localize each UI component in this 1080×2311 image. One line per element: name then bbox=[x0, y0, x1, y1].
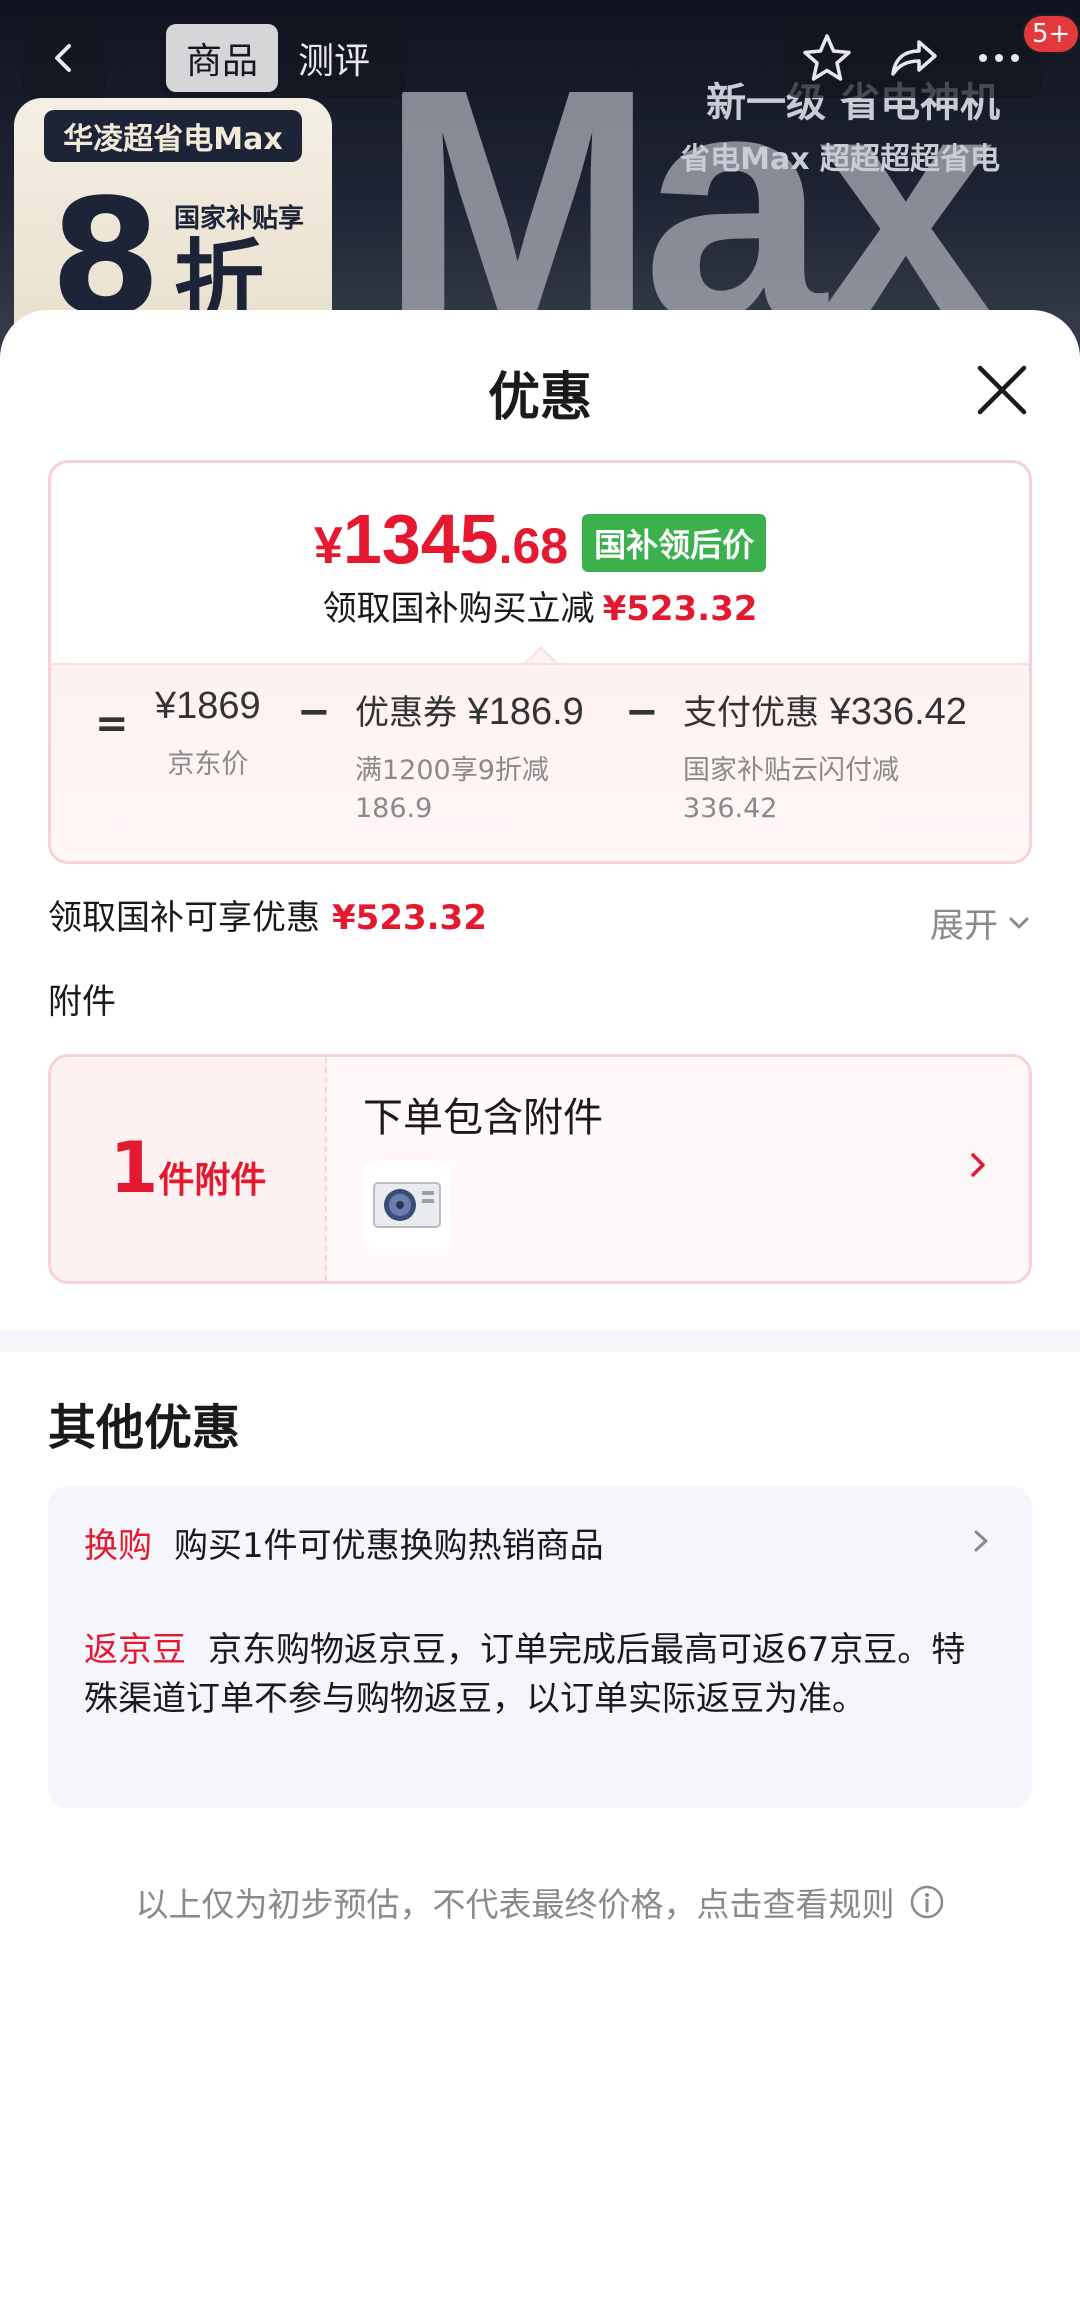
jd-bean-text: 京东购物返京豆，订单完成后最高可返67京豆。特殊渠道订单不参与购物返豆，以订单实… bbox=[84, 1630, 966, 1719]
attachment-count: 1 件附件 bbox=[51, 1057, 327, 1281]
header-actions bbox=[784, 18, 1042, 98]
rules-footnote[interactable]: 以上仅为初步预估，不代表最终价格，点击查看规则 bbox=[0, 1878, 1080, 1926]
attachment-detail: 下单包含附件 bbox=[327, 1057, 1027, 1281]
hero-brand-tag: 华凌超省电Max bbox=[44, 110, 302, 162]
cart-count-badge: 5+ bbox=[1022, 14, 1080, 54]
equals-sign: = bbox=[95, 701, 129, 747]
minus-sign: − bbox=[297, 689, 331, 735]
breakdown-value: ¥336.42 bbox=[829, 691, 967, 733]
breakdown-sub: 满1200享9折减 186.9 bbox=[355, 755, 549, 824]
final-price-currency: ¥ bbox=[313, 517, 343, 575]
hero-slogan-line-2: 省电Max 超超超超省电 bbox=[680, 142, 1000, 177]
trade-in-row[interactable]: 换购 购买1件可优惠换购热销商品 bbox=[84, 1518, 994, 1567]
final-price-tag: 国补领后价 bbox=[582, 514, 767, 572]
jd-bean-row: 返京豆 京东购物返京豆，订单完成后最高可返67京豆。特殊渠道订单不参与购物返豆，以… bbox=[84, 1626, 984, 1724]
breakdown-label: 支付优惠 bbox=[683, 693, 819, 733]
jd-bean-tag: 返京豆 bbox=[84, 1630, 186, 1670]
price-card: ¥1345.68 国补领后价 领取国补购买立减 ¥523.32 = ¥1869 京… bbox=[48, 460, 1032, 864]
info-icon bbox=[910, 1885, 943, 1919]
breakdown-label: 优惠券 bbox=[355, 693, 457, 733]
breakdown-sub: 国家补贴云闪付减 336.42 bbox=[683, 755, 899, 824]
other-discounts-title: 其他优惠 bbox=[48, 1400, 241, 1456]
tab-review[interactable]: 测评 bbox=[278, 24, 390, 92]
final-price-row: ¥1345.68 国补领后价 bbox=[51, 499, 1029, 579]
discount-sheet: 优惠 ¥1345.68 国补领后价 领取国补购买立减 ¥523.32 = ¥186… bbox=[0, 310, 1080, 2311]
breakdown-main: 优惠券 ¥186.9 bbox=[355, 685, 584, 734]
back-icon bbox=[55, 44, 71, 72]
attachment-title: 下单包含附件 bbox=[363, 1095, 603, 1141]
air-conditioner-icon bbox=[373, 1182, 441, 1228]
expand-label: 展开 bbox=[930, 906, 998, 946]
share-icon[interactable] bbox=[885, 30, 941, 86]
promo-amount: ¥523.32 bbox=[332, 898, 487, 938]
final-price: ¥1345.68 bbox=[314, 499, 568, 579]
promo-label: 领取国补可享优惠 bbox=[48, 898, 320, 938]
back-button[interactable] bbox=[22, 18, 106, 98]
header-tabs: 商品 测评 bbox=[160, 18, 406, 98]
price-summary: ¥1345.68 国补领后价 领取国补购买立减 ¥523.32 bbox=[51, 463, 1029, 663]
attachment-section-label: 附件 bbox=[48, 982, 116, 1022]
subsidy-promo-line: 领取国补可享优惠 ¥523.32 bbox=[48, 890, 487, 939]
breakdown-jd-price: ¥1869 京东价 bbox=[155, 685, 261, 784]
expand-button[interactable]: 展开 bbox=[930, 898, 1032, 947]
breakdown-sub: 京东价 bbox=[167, 749, 249, 780]
breakdown-coupon: 优惠券 ¥186.9 满1200享9折减 186.9 bbox=[355, 685, 584, 828]
star-icon[interactable] bbox=[799, 30, 855, 86]
trade-in-text: 购买1件可优惠换购热销商品 bbox=[174, 1526, 604, 1566]
final-price-integer: 1345 bbox=[342, 500, 499, 578]
more-icon[interactable] bbox=[971, 30, 1027, 86]
trade-in-tag: 换购 bbox=[84, 1526, 152, 1566]
save-label: 领取国补购买立减 bbox=[322, 589, 595, 629]
final-price-decimal: .68 bbox=[498, 518, 569, 574]
other-discounts-box: 换购 购买1件可优惠换购热销商品 返京豆 京东购物返京豆，订单完成后最高可返67京… bbox=[48, 1486, 1032, 1808]
attachment-count-unit: 件附件 bbox=[158, 1160, 267, 1201]
chevron-down-icon bbox=[1009, 917, 1029, 928]
breakdown-payment: 支付优惠 ¥336.42 国家补贴云闪付减 336.42 bbox=[683, 685, 967, 828]
save-amount: ¥523.32 bbox=[602, 589, 758, 629]
close-icon[interactable] bbox=[974, 362, 1030, 418]
sheet-title: 优惠 bbox=[487, 368, 592, 428]
attachment-card[interactable]: 1 件附件 下单包含附件 bbox=[48, 1054, 1032, 1284]
breakdown-main: 支付优惠 ¥336.42 bbox=[683, 685, 967, 734]
footnote-text: 以上仅为初步预估，不代表最终价格，点击查看规则 bbox=[135, 1885, 895, 1924]
attachment-count-number: 1 bbox=[109, 1127, 159, 1209]
section-divider bbox=[0, 1330, 1080, 1352]
chevron-right-icon bbox=[974, 1530, 988, 1552]
breakdown-value: ¥186.9 bbox=[467, 691, 584, 733]
minus-sign: − bbox=[625, 689, 659, 735]
chevron-right-icon bbox=[971, 1153, 985, 1177]
save-row: 领取国补购买立减 ¥523.32 bbox=[51, 581, 1029, 630]
breakdown-value: ¥1869 bbox=[155, 685, 261, 727]
attachment-thumbnail bbox=[363, 1161, 451, 1249]
price-breakdown: = ¥1869 京东价 − 优惠券 ¥186.9 满1200享9折减 186.9… bbox=[51, 663, 1029, 861]
tab-product[interactable]: 商品 bbox=[166, 24, 279, 92]
